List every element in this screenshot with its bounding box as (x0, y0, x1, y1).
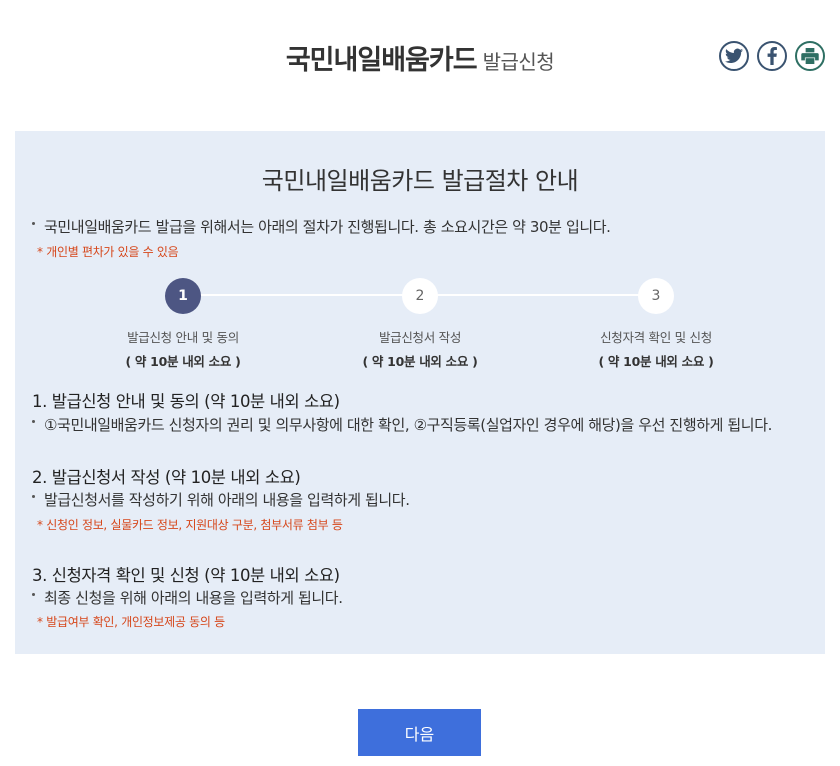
procedure-guide-panel: 국민내일배움카드 발급절차 안내 국민내일배움카드 발급을 위해서는 아래의 절… (15, 131, 825, 654)
step-label: 발급신청 안내 및 동의 (127, 330, 239, 345)
share-buttons (719, 41, 825, 71)
step-label: 발급신청서 작성 (378, 330, 462, 345)
facebook-icon (767, 47, 777, 65)
step-1: 1 발급신청 안내 및 동의 ( 약 10분 내외 소요 ) (83, 278, 283, 370)
step-number: 3 (638, 278, 674, 314)
intro-text: 국민내일배움카드 발급을 위해서는 아래의 절차가 진행됩니다. 총 소요시간은… (32, 216, 611, 237)
print-button[interactable] (795, 41, 825, 71)
bullet-icon (32, 420, 35, 423)
page-header: 국민내일배움카드 발급신청 (0, 0, 840, 110)
page-title-sub: 발급신청 (482, 50, 555, 74)
step-time: ( 약 10분 내외 소요 ) (125, 354, 241, 369)
section-3-note: * 발급여부 확인, 개인정보제공 동의 등 (37, 615, 225, 629)
section-3-desc-content: 최종 신청을 위해 아래의 내용을 입력하게 됩니다. (44, 589, 343, 607)
section-1-desc-content: ①국민내일배움카드 신청자의 권리 및 의무사항에 대한 확인, ②구직등록(실… (44, 416, 772, 434)
section-2-note: * 신청인 정보, 실물카드 정보, 지원대상 구분, 첨부서류 첨부 등 (37, 518, 343, 532)
section-2-desc-content: 발급신청서를 작성하기 위해 아래의 내용을 입력하게 됩니다. (44, 491, 410, 509)
bullet-icon (32, 593, 35, 596)
twitter-share-button[interactable] (719, 41, 749, 71)
step-indicator: 1 발급신청 안내 및 동의 ( 약 10분 내외 소요 ) 2 발급신청서 작… (15, 278, 825, 370)
intro-note: * 개인별 편차가 있을 수 있음 (37, 245, 179, 259)
step-3: 3 신청자격 확인 및 신청 ( 약 10분 내외 소요 ) (556, 278, 756, 370)
step-time: ( 약 10분 내외 소요 ) (598, 354, 714, 369)
facebook-share-button[interactable] (757, 41, 787, 71)
bullet-icon (32, 495, 35, 498)
bullet-icon (32, 222, 35, 225)
print-icon (801, 48, 819, 64)
step-number: 2 (402, 278, 438, 314)
section-2-title: 2. 발급신청서 작성 (약 10분 내외 소요) (32, 468, 301, 487)
section-2-desc: 발급신청서를 작성하기 위해 아래의 내용을 입력하게 됩니다. (32, 489, 410, 510)
section-3-title: 3. 신청자격 확인 및 신청 (약 10분 내외 소요) (32, 566, 340, 585)
step-2: 2 발급신청서 작성 ( 약 10분 내외 소요 ) (320, 278, 520, 370)
panel-title: 국민내일배움카드 발급절차 안내 (261, 167, 579, 195)
step-number: 1 (165, 278, 201, 314)
twitter-icon (725, 48, 743, 64)
step-time: ( 약 10분 내외 소요 ) (362, 354, 478, 369)
step-label: 신청자격 확인 및 신청 (600, 330, 712, 345)
section-1-title: 1. 발급신청 안내 및 동의 (약 10분 내외 소요) (32, 392, 340, 411)
next-button[interactable]: 다음 (358, 709, 481, 756)
section-3-desc: 최종 신청을 위해 아래의 내용을 입력하게 됩니다. (32, 587, 343, 608)
page-title-main: 국민내일배움카드 (285, 45, 478, 76)
page-title: 국민내일배움카드 발급신청 (0, 38, 840, 77)
section-1-desc: ①국민내일배움카드 신청자의 권리 및 의무사항에 대한 확인, ②구직등록(실… (32, 414, 772, 435)
intro-text-content: 국민내일배움카드 발급을 위해서는 아래의 절차가 진행됩니다. 총 소요시간은… (44, 218, 611, 236)
